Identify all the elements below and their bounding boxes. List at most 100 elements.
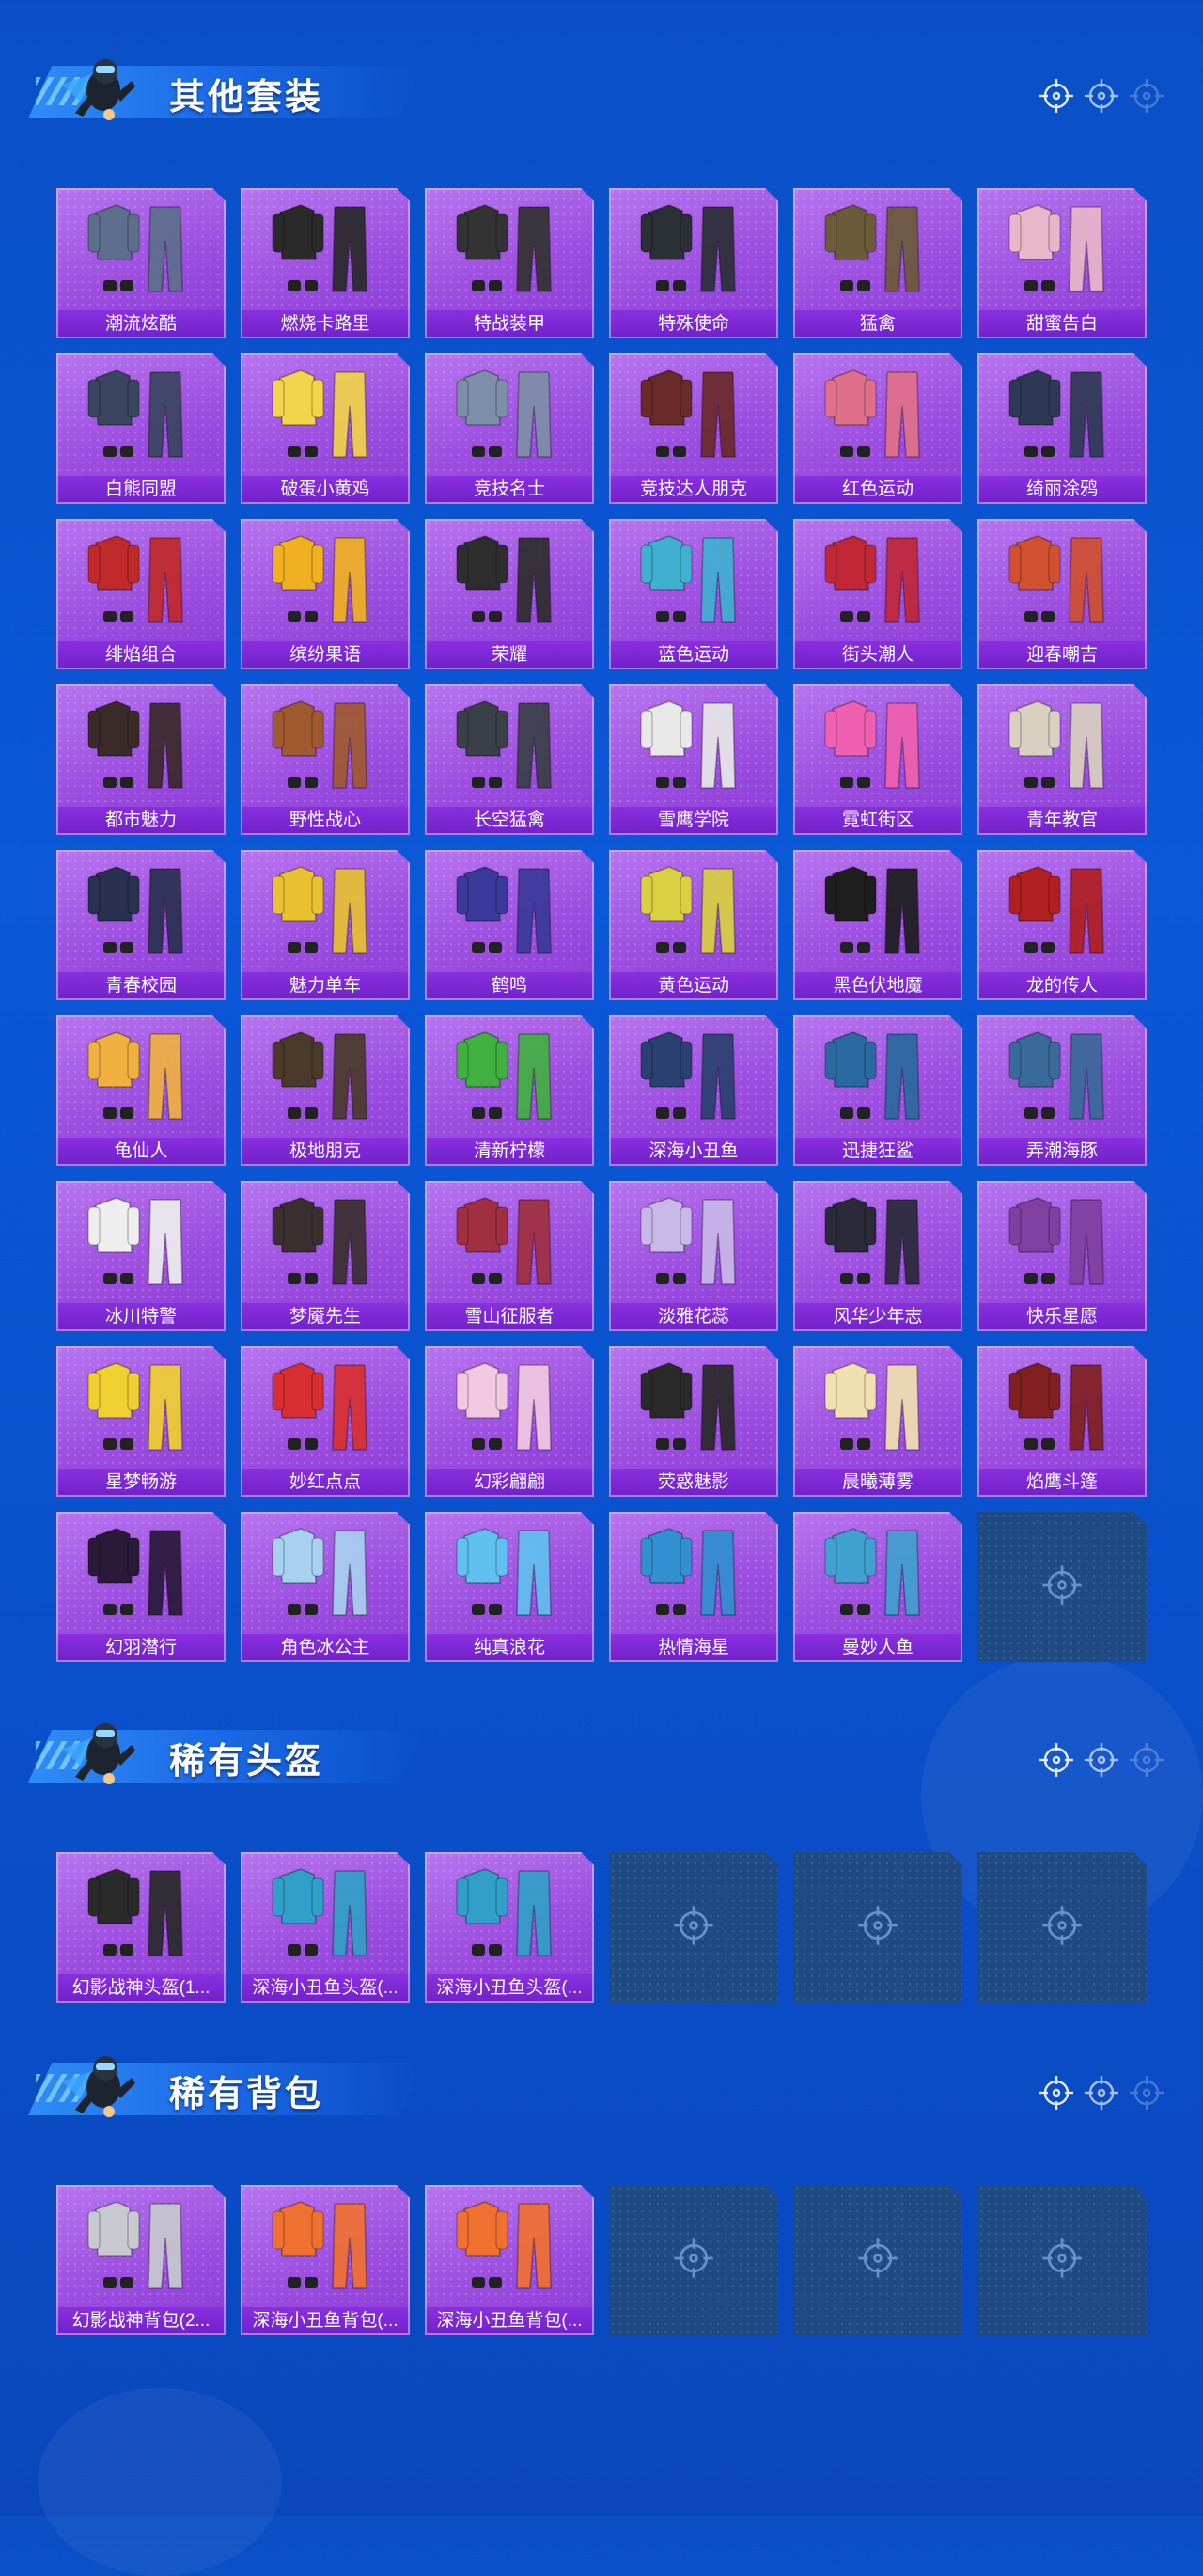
card-background: 黑色伏地魔 xyxy=(793,850,962,1000)
character-mascot-icon xyxy=(56,47,143,134)
outfit-card[interactable]: 竞技名士 xyxy=(425,353,594,504)
outfit-card[interactable]: 霓虹街区 xyxy=(793,684,962,835)
outfit-image xyxy=(996,1352,1128,1459)
outfit-card[interactable]: 魅力单车 xyxy=(241,850,410,1000)
outfit-card[interactable]: 热情海星 xyxy=(609,1512,778,1662)
crosshair-icon xyxy=(1040,2237,1084,2285)
outfit-card[interactable]: 深海小丑鱼头盔(... xyxy=(241,1852,410,2003)
outfit-card[interactable]: 深海小丑鱼背包(... xyxy=(425,2185,594,2335)
outfit-card[interactable]: 猛禽 xyxy=(793,188,962,338)
outfit-card[interactable]: 特战装甲 xyxy=(425,188,594,338)
outfit-card[interactable]: 燃烧卡路里 xyxy=(241,188,410,338)
outfit-card[interactable]: 绯焰组合 xyxy=(56,519,226,669)
card-background: 角色冰公主 xyxy=(241,1512,410,1662)
outfit-card[interactable]: 深海小丑鱼 xyxy=(609,1015,778,1166)
outfit-card[interactable]: 快乐星愿 xyxy=(977,1181,1147,1331)
outfit-image xyxy=(444,856,575,963)
empty-slot-background xyxy=(977,1852,1147,2003)
outfit-card[interactable]: 焰鹰斗篷 xyxy=(977,1346,1147,1497)
crosshair-icon xyxy=(1040,1904,1084,1952)
outfit-card[interactable]: 雪鹰学院 xyxy=(609,684,778,835)
outfit-card[interactable]: 纯真浪花 xyxy=(425,1512,594,1662)
outfit-card[interactable]: 风华少年志 xyxy=(793,1181,962,1331)
outfit-card[interactable]: 青春校园 xyxy=(56,850,226,1000)
outfit-image xyxy=(996,194,1128,301)
outfit-card[interactable]: 青年教官 xyxy=(977,684,1147,835)
empty-slot xyxy=(609,1852,778,2003)
outfit-card[interactable]: 红色运动 xyxy=(793,353,962,504)
outfit-card[interactable]: 竞技达人朋克 xyxy=(609,353,778,504)
outfit-label: 极地朋克 xyxy=(241,1138,410,1166)
outfit-card[interactable]: 深海小丑鱼头盔(... xyxy=(425,1852,594,2003)
outfit-image xyxy=(75,1186,207,1294)
outfit-card[interactable]: 晨曦薄雾 xyxy=(793,1346,962,1497)
outfit-card[interactable]: 白熊同盟 xyxy=(56,353,226,504)
outfit-card[interactable]: 甜蜜告白 xyxy=(977,188,1147,338)
outfit-card[interactable]: 迅捷狂鲨 xyxy=(793,1015,962,1166)
outfit-image xyxy=(444,359,575,466)
outfit-card[interactable]: 鹤鸣 xyxy=(425,850,594,1000)
outfit-card[interactable]: 野性战心 xyxy=(241,684,410,835)
card-background: 淡雅花蕊 xyxy=(609,1181,778,1331)
outfit-card[interactable]: 雪山征服者 xyxy=(425,1181,594,1331)
outfit-label: 幻羽潜行 xyxy=(56,1634,226,1662)
outfit-card[interactable]: 曼妙人鱼 xyxy=(793,1512,962,1662)
outfit-card[interactable]: 黑色伏地魔 xyxy=(793,850,962,1000)
outfit-label: 黑色伏地魔 xyxy=(793,972,962,1000)
card-background: 潮流炫酷 xyxy=(56,188,226,338)
empty-slot xyxy=(793,1852,962,2003)
outfit-label: 深海小丑鱼头盔(... xyxy=(241,1974,410,2003)
outfit-card[interactable]: 绮丽涂鸦 xyxy=(977,353,1147,504)
outfit-card[interactable]: 妙红点点 xyxy=(241,1346,410,1497)
outfit-label: 魅力单车 xyxy=(241,972,410,1000)
pagination-crosshairs xyxy=(1038,1741,1165,1779)
outfit-card[interactable]: 弄潮海豚 xyxy=(977,1015,1147,1166)
outfit-label: 竞技达人朋克 xyxy=(609,476,778,504)
outfit-label: 红色运动 xyxy=(793,476,962,504)
outfit-label: 青年教官 xyxy=(977,807,1147,835)
outfit-card[interactable]: 黄色运动 xyxy=(609,850,778,1000)
outfit-image xyxy=(75,525,207,632)
card-background: 雪山征服者 xyxy=(425,1181,594,1331)
section-header: 稀有背包 xyxy=(28,2042,1194,2136)
outfit-card[interactable]: 清新柠檬 xyxy=(425,1015,594,1166)
outfit-label: 角色冰公主 xyxy=(241,1634,410,1662)
outfit-card[interactable]: 星梦畅游 xyxy=(56,1346,226,1497)
outfit-label: 龟仙人 xyxy=(56,1138,226,1166)
outfit-card[interactable]: 破蛋小黄鸡 xyxy=(241,353,410,504)
outfit-card[interactable]: 迎春嘲吉 xyxy=(977,519,1147,669)
outfit-card[interactable]: 幻影战神头盔(1... xyxy=(56,1852,226,2003)
outfit-card[interactable]: 龙的传人 xyxy=(977,850,1147,1000)
card-background: 长空猛禽 xyxy=(425,684,594,835)
outfit-card[interactable]: 特殊使命 xyxy=(609,188,778,338)
outfit-label: 竞技名士 xyxy=(425,476,594,504)
outfit-card[interactable]: 长空猛禽 xyxy=(425,684,594,835)
outfit-card[interactable]: 梦魇先生 xyxy=(241,1181,410,1331)
outfit-card[interactable]: 荣耀 xyxy=(425,519,594,669)
outfit-card[interactable]: 街头潮人 xyxy=(793,519,962,669)
card-background: 荧惑魅影 xyxy=(609,1346,778,1497)
outfit-label: 幻彩翩翩 xyxy=(425,1469,594,1497)
outfit-label: 野性战心 xyxy=(241,807,410,835)
outfit-card[interactable]: 幻羽潜行 xyxy=(56,1512,226,1662)
outfit-card[interactable]: 深海小丑鱼背包(... xyxy=(241,2185,410,2335)
outfit-card[interactable]: 潮流炫酷 xyxy=(56,188,226,338)
outfit-card[interactable]: 蓝色运动 xyxy=(609,519,778,669)
crosshair-icon xyxy=(1040,1563,1084,1611)
outfit-card[interactable]: 淡雅花蕊 xyxy=(609,1181,778,1331)
outfit-card[interactable]: 冰川特警 xyxy=(56,1181,226,1331)
outfit-card[interactable]: 缤纷果语 xyxy=(241,519,410,669)
outfit-card[interactable]: 龟仙人 xyxy=(56,1015,226,1166)
outfit-card[interactable]: 都市魅力 xyxy=(56,684,226,835)
outfit-card[interactable]: 荧惑魅影 xyxy=(609,1346,778,1497)
outfit-card[interactable]: 幻彩翩翩 xyxy=(425,1346,594,1497)
outfit-label: 蓝色运动 xyxy=(609,641,778,669)
outfit-label: 深海小丑鱼 xyxy=(609,1138,778,1166)
outfit-label: 星梦畅游 xyxy=(56,1469,226,1497)
outfit-card[interactable]: 角色冰公主 xyxy=(241,1512,410,1662)
outfit-image xyxy=(259,525,391,632)
crosshair-icon xyxy=(856,1904,899,1952)
outfit-card[interactable]: 幻影战神背包(2... xyxy=(56,2185,226,2335)
outfit-card[interactable]: 极地朋克 xyxy=(241,1015,410,1166)
crosshair-icon xyxy=(1083,2074,1120,2112)
